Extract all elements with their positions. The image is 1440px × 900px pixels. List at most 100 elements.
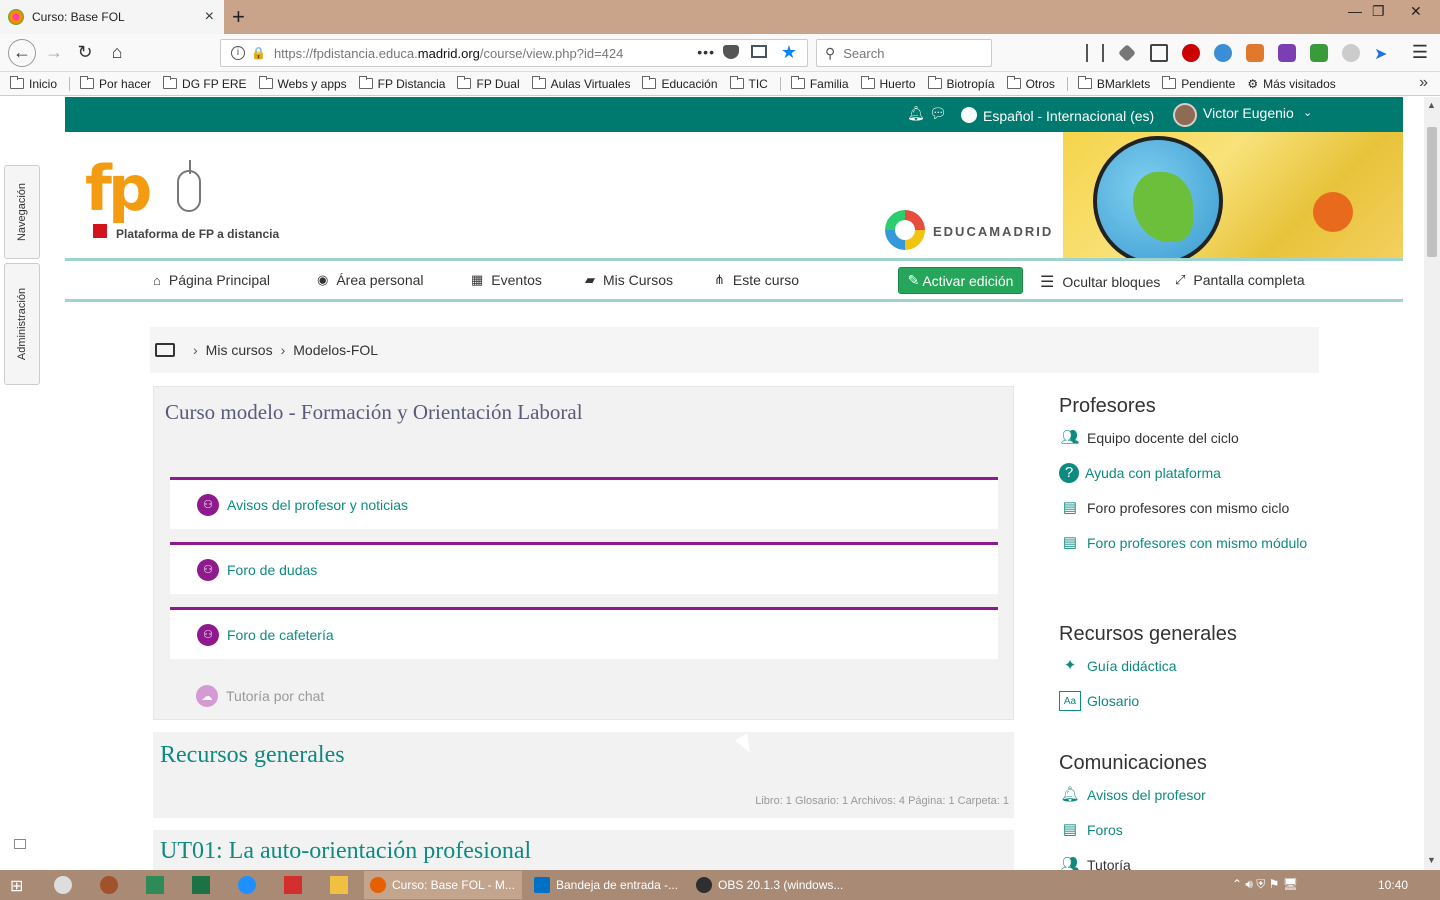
clock[interactable]: 10:40 bbox=[1378, 878, 1408, 892]
pocket-icon[interactable] bbox=[723, 45, 739, 59]
bookmarks-overflow-icon[interactable]: » bbox=[1419, 74, 1428, 92]
activate-editing-button[interactable]: ✎ Activar edición bbox=[898, 267, 1023, 294]
activity-forum[interactable]: ⚇ Foro de dudas bbox=[170, 542, 998, 594]
browser-tab-active[interactable]: Curso: Base FOL × bbox=[0, 0, 224, 34]
scroll-down-icon[interactable]: ▼ bbox=[1427, 855, 1436, 865]
block-link[interactable]: ? Ayuda con plataforma bbox=[1059, 463, 1359, 483]
hide-blocks-button[interactable]: ☰ Ocultar bloques bbox=[1040, 272, 1160, 292]
fp-logo[interactable]: fp bbox=[85, 158, 152, 220]
user-menu[interactable]: Victor Eugenio bbox=[1203, 105, 1294, 121]
window-restore-button[interactable]: ❐ bbox=[1372, 3, 1385, 20]
activity-link[interactable]: Avisos del profesor y noticias bbox=[227, 497, 408, 513]
extension-fox-icon[interactable] bbox=[1246, 44, 1264, 62]
info-icon[interactable]: i bbox=[231, 46, 245, 60]
taskbar-app-icon[interactable] bbox=[146, 876, 164, 894]
block-link[interactable]: ▤ Foro profesores con mismo ciclo bbox=[1059, 498, 1359, 518]
activity-forum[interactable]: ⚇ Avisos del profesor y noticias bbox=[170, 477, 998, 529]
breadcrumb-course[interactable]: Modelos-FOL bbox=[293, 342, 378, 358]
bookmark-item[interactable]: Aulas Virtuales bbox=[531, 76, 630, 91]
taskbar-task-outlook[interactable]: Bandeja de entrada -... bbox=[528, 871, 684, 899]
navigation-drawer-tab[interactable]: Navegación bbox=[4, 165, 40, 259]
breadcrumb-my-courses[interactable]: Mis cursos bbox=[206, 342, 273, 358]
activity-forum[interactable]: ⚇ Foro de cafetería bbox=[170, 607, 998, 659]
extension-badge-icon[interactable] bbox=[1214, 44, 1232, 62]
scroll-up-icon[interactable]: ▲ bbox=[1427, 100, 1436, 110]
extension-diamond-icon[interactable] bbox=[1118, 44, 1136, 62]
extension-green-icon[interactable] bbox=[1310, 44, 1328, 62]
screenshot-icon[interactable] bbox=[751, 45, 767, 58]
bookmark-item[interactable]: BMarklets bbox=[1077, 76, 1150, 91]
block-link[interactable]: 👥︎ Equipo docente del ciclo bbox=[1059, 428, 1359, 448]
administration-drawer-tab[interactable]: Administración bbox=[4, 263, 40, 385]
activity-link[interactable]: Foro de dudas bbox=[227, 562, 317, 578]
tab-close-icon[interactable]: × bbox=[205, 8, 214, 26]
avatar[interactable] bbox=[1173, 103, 1197, 127]
bookmark-item[interactable]: Otros bbox=[1006, 76, 1055, 91]
system-tray[interactable]: ⌃ 🔊︎ ⛨ ⚑ 🖥︎ bbox=[1232, 877, 1298, 892]
bookmark-item[interactable]: Huerto bbox=[860, 76, 916, 91]
block-link[interactable]: ✦ Guía didáctica bbox=[1059, 656, 1359, 676]
bookmark-item[interactable]: FP Dual bbox=[457, 76, 520, 91]
bookmark-item[interactable]: Educación bbox=[642, 76, 718, 91]
bookmark-item[interactable]: FP Distancia bbox=[358, 76, 445, 91]
cursor-extension-icon[interactable]: ➤ bbox=[1374, 44, 1392, 63]
reload-icon[interactable]: ↻ bbox=[73, 42, 97, 63]
activity-link[interactable]: Foro de cafetería bbox=[227, 627, 334, 643]
bookmark-item[interactable]: ⚙ Más visitados bbox=[1247, 77, 1335, 91]
ie-icon[interactable] bbox=[238, 876, 256, 894]
messages-icon[interactable]: 💬︎ bbox=[929, 105, 947, 122]
taskbar-app-icon[interactable] bbox=[100, 876, 118, 894]
nav-personal-area[interactable]: ◉ Área personal bbox=[317, 272, 424, 288]
chevron-down-icon[interactable]: ⌄ bbox=[1303, 106, 1312, 119]
taskbar-app-icon[interactable] bbox=[54, 876, 72, 894]
nav-my-courses[interactable]: ▰ Mis Cursos bbox=[585, 272, 673, 288]
scrollbar-thumb[interactable] bbox=[1427, 127, 1437, 257]
url-bar[interactable]: i 🔒 https://fpdistancia.educa. madrid.org… bbox=[220, 39, 808, 67]
block-link[interactable]: ▤ Foros bbox=[1059, 820, 1359, 840]
windows-start-icon[interactable]: ⊞ bbox=[10, 876, 28, 895]
page-scrollbar[interactable]: ▲ ▼ bbox=[1424, 97, 1440, 870]
page-actions-icon[interactable]: ••• bbox=[697, 44, 715, 60]
library-icon[interactable] bbox=[1086, 44, 1104, 62]
fullscreen-button[interactable]: ⤢ Pantalla completa bbox=[1175, 272, 1305, 288]
sidebar-icon[interactable] bbox=[1150, 44, 1168, 62]
forward-arrow-icon[interactable]: → bbox=[42, 42, 66, 63]
section-title[interactable]: UT01: La auto-orientación profesional bbox=[160, 838, 531, 865]
language-selector[interactable]: Español - Internacional (es) bbox=[983, 108, 1154, 124]
block-link[interactable]: Aa Glosario bbox=[1059, 691, 1359, 711]
block-link[interactable]: 👥︎ Tutoría bbox=[1059, 855, 1359, 870]
block-link[interactable]: ▤ Foro profesores con mismo módulo bbox=[1059, 533, 1359, 553]
nav-this-course[interactable]: ⋔ Este curso bbox=[714, 272, 799, 288]
activity-link[interactable]: Tutoría por chat bbox=[226, 688, 324, 704]
excel-icon[interactable] bbox=[192, 876, 210, 894]
bell-icon[interactable]: 🔔︎ bbox=[907, 105, 925, 122]
nav-events[interactable]: ▦ Eventos bbox=[471, 272, 542, 288]
onenote-icon[interactable] bbox=[1278, 44, 1296, 62]
window-minimize-button[interactable]: — bbox=[1348, 3, 1362, 19]
dock-icon[interactable] bbox=[14, 839, 26, 849]
block-link[interactable]: 🔔︎ Avisos del profesor bbox=[1059, 785, 1359, 805]
vivaldi-icon[interactable] bbox=[284, 876, 302, 894]
new-tab-button[interactable]: + bbox=[232, 4, 252, 30]
lock-icon[interactable]: 🔒 bbox=[251, 46, 266, 60]
bookmark-item[interactable]: Inicio bbox=[10, 76, 57, 91]
bookmark-item[interactable]: Biotropía bbox=[927, 76, 995, 91]
bookmark-item[interactable]: Por hacer bbox=[80, 76, 151, 91]
bookmark-item[interactable]: Pendiente bbox=[1162, 76, 1235, 91]
bookmark-item[interactable]: Familia bbox=[790, 76, 849, 91]
window-close-button[interactable]: ✕ bbox=[1410, 3, 1422, 20]
bookmark-item[interactable]: TIC bbox=[729, 76, 768, 91]
bookmark-item[interactable]: DG FP ERE bbox=[163, 76, 247, 91]
activity-chat[interactable]: ☁ Tutoría por chat bbox=[196, 685, 324, 707]
section-title[interactable]: Recursos generales bbox=[160, 742, 345, 769]
nav-home[interactable]: ⌂ Página Principal bbox=[153, 272, 270, 288]
extension-grey-icon[interactable] bbox=[1342, 44, 1360, 62]
bookmark-star-icon[interactable]: ★ bbox=[781, 42, 797, 63]
search-input[interactable]: ⚲ Search bbox=[816, 39, 992, 67]
home-icon[interactable]: ⌂ bbox=[105, 42, 129, 63]
adblock-icon[interactable] bbox=[1182, 44, 1200, 62]
taskbar-task-firefox[interactable]: Curso: Base FOL - M... bbox=[364, 871, 522, 899]
taskbar-task-obs[interactable]: OBS 20.1.3 (windows... bbox=[690, 871, 846, 899]
menu-icon[interactable]: ☰ bbox=[1408, 42, 1432, 63]
bookmark-item[interactable]: Webs y apps bbox=[258, 76, 347, 91]
